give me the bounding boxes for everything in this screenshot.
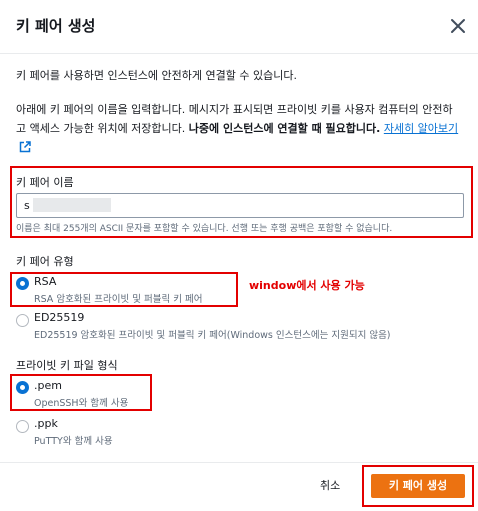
external-link-icon[interactable] — [19, 141, 31, 153]
dialog-header: 키 페어 생성 — [0, 0, 478, 54]
option-ppk-description: PuTTY와 함께 사용 — [34, 436, 113, 447]
annotation-note: window에서 사용 가능 — [249, 279, 365, 292]
redacted-area — [32, 198, 111, 212]
key-name-hint: 이름은 최대 255개의 ASCII 문자를 포함할 수 있습니다. 선행 또는… — [16, 224, 393, 234]
radio-ed25519[interactable] — [16, 314, 29, 327]
key-name-value: s — [24, 199, 30, 212]
create-key-pair-button[interactable]: 키 페어 생성 — [371, 474, 465, 498]
key-name-input[interactable]: s — [16, 193, 464, 218]
learn-more-link[interactable]: 자세히 알아보기 — [384, 122, 458, 135]
cancel-button[interactable]: 취소 — [320, 477, 340, 493]
radio-pem[interactable] — [16, 381, 29, 394]
create-key-pair-dialog: 키 페어 생성 키 페어를 사용하면 인스턴스에 안전하게 연결할 수 있습니다… — [0, 0, 478, 511]
option-rsa-description: RSA 암호화된 프라이빗 및 퍼블릭 키 페어 — [34, 294, 203, 305]
close-icon[interactable] — [449, 17, 467, 35]
option-pem-description: OpenSSH와 함께 사용 — [34, 398, 129, 409]
description-text: 아래에 키 페어의 이름을 입력합니다. 메시지가 표시되면 프라이빗 키를 사… — [16, 100, 462, 157]
option-ed25519-description: ED25519 암호화된 프라이빗 및 퍼블릭 키 페어(Windows 인스턴… — [34, 330, 391, 341]
radio-rsa[interactable] — [16, 277, 29, 290]
key-type-label: 키 페어 유형 — [16, 255, 74, 268]
description-bold: 나중에 인스턴스에 연결할 때 필요합니다. — [188, 122, 381, 135]
intro-text: 키 페어를 사용하면 인스턴스에 안전하게 연결할 수 있습니다. — [16, 69, 297, 82]
option-ed25519-title: ED25519 — [34, 311, 85, 324]
key-name-label: 키 페어 이름 — [16, 176, 74, 189]
dialog-title: 키 페어 생성 — [16, 17, 96, 35]
option-pem-title: .pem — [34, 379, 62, 392]
file-format-label: 프라이빗 키 파일 형식 — [16, 359, 118, 372]
option-ppk-title: .ppk — [34, 417, 58, 430]
option-rsa-title: RSA — [34, 275, 57, 288]
radio-ppk[interactable] — [16, 420, 29, 433]
